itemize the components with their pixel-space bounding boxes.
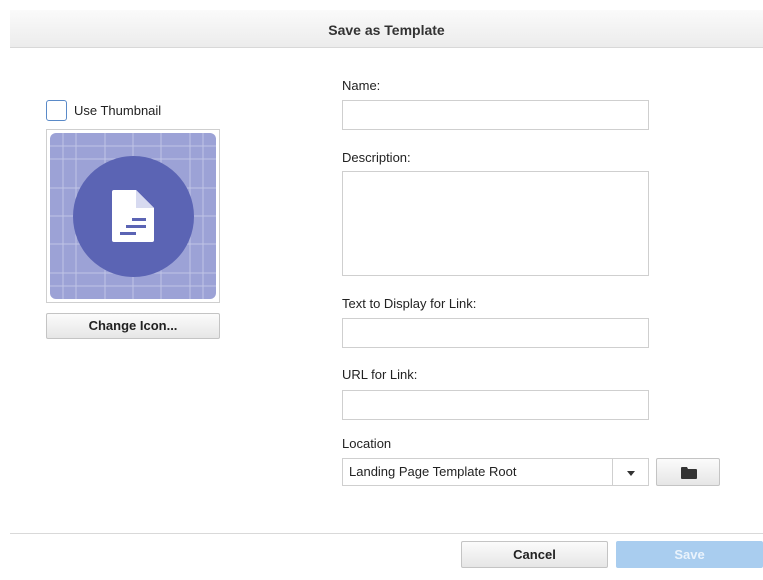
dialog-title: Save as Template [10, 10, 763, 48]
url-input[interactable] [342, 390, 649, 420]
chevron-down-icon[interactable] [612, 459, 648, 485]
save-button[interactable]: Save [616, 541, 763, 568]
use-thumbnail-label[interactable]: Use Thumbnail [74, 103, 161, 118]
template-icon-tile [50, 133, 216, 299]
save-as-template-dialog: Save as Template Use Thumbnail Change Ic… [10, 10, 763, 580]
use-thumbnail-row: Use Thumbnail [46, 99, 161, 121]
location-label: Location [342, 436, 392, 451]
location-select[interactable]: Landing Page Template Root [342, 458, 649, 486]
use-thumbnail-checkbox[interactable] [46, 99, 67, 121]
name-label: Name: [342, 78, 381, 93]
footer-divider [10, 533, 763, 534]
document-icon [112, 190, 154, 242]
name-input[interactable] [342, 100, 649, 130]
link-text-input[interactable] [342, 318, 649, 348]
change-icon-button[interactable]: Change Icon... [46, 313, 220, 339]
url-label: URL for Link: [342, 367, 418, 382]
browse-folder-button[interactable] [656, 458, 720, 486]
description-label: Description: [342, 150, 411, 165]
folder-icon [681, 467, 697, 479]
location-value: Landing Page Template Root [349, 464, 517, 479]
link-text-label: Text to Display for Link: [342, 296, 477, 311]
cancel-button[interactable]: Cancel [461, 541, 608, 568]
template-icon-preview [46, 129, 220, 303]
description-textarea[interactable] [342, 171, 649, 276]
